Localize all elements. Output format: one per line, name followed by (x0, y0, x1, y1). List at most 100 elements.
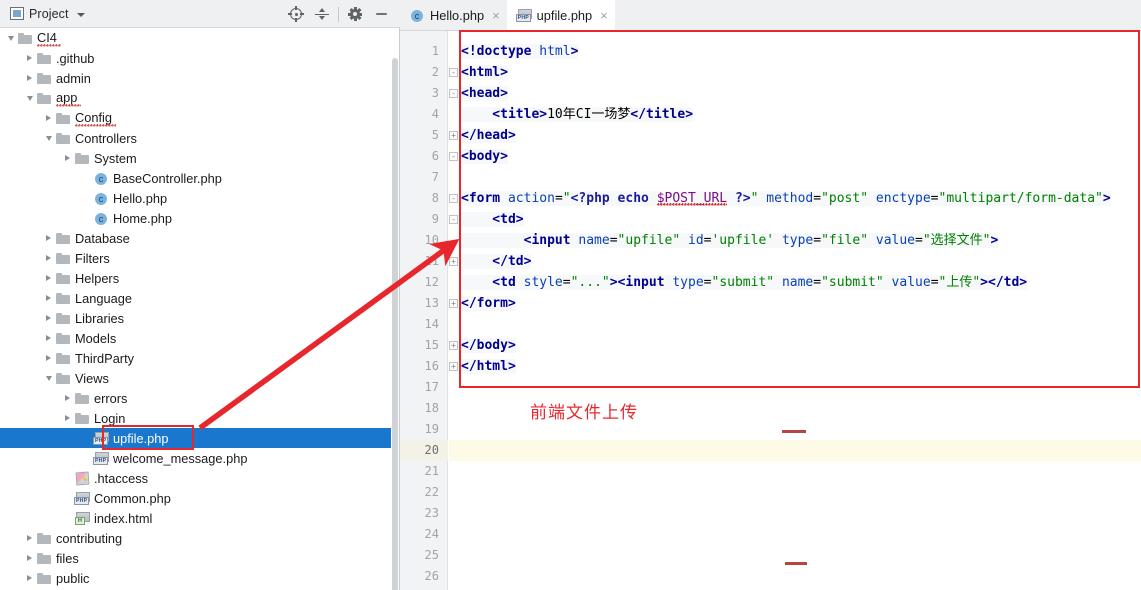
tree-item-config[interactable]: Config (0, 108, 392, 128)
chevron-down-icon[interactable] (23, 88, 36, 108)
code-fold-toggle-icon[interactable]: + (449, 341, 458, 350)
project-file-tree[interactable]: CI4 .github admin app Config Controllers Syste… (0, 28, 392, 590)
chevron-right-icon[interactable] (23, 548, 36, 568)
tree-item-controllers[interactable]: Controllers (0, 128, 392, 148)
chevron-right-icon[interactable] (61, 148, 74, 168)
tree-item-login[interactable]: Login (0, 408, 392, 428)
tree-item-hello-php[interactable]: Hello.php (0, 188, 392, 208)
chevron-right-icon[interactable] (42, 348, 55, 368)
tree-item-ci4[interactable]: CI4 (0, 28, 392, 48)
code-token: 10年CI一场梦 (547, 107, 631, 122)
tree-item-index-html[interactable]: index.html (0, 508, 392, 528)
tree-item-language[interactable]: Language (0, 288, 392, 308)
folder-icon (55, 310, 72, 326)
tree-item-label: Language (75, 290, 132, 306)
tree-item-github[interactable]: .github (0, 48, 392, 68)
close-icon[interactable]: × (600, 9, 608, 22)
tree-item-system[interactable]: System (0, 148, 392, 168)
code-fold-toggle-icon[interactable]: + (449, 362, 458, 371)
code-fold-toggle-icon[interactable]: - (449, 89, 458, 98)
code-line: + </form> (449, 293, 516, 314)
code-token: </head> (461, 128, 516, 143)
scrollbar-thumb[interactable] (392, 58, 398, 590)
code-fold-toggle-icon[interactable]: + (449, 257, 458, 266)
code-fold-toggle-icon[interactable]: - (449, 194, 458, 203)
code-token: <input (617, 275, 673, 290)
code-line: - <html> (449, 62, 508, 83)
tree-item-files[interactable]: files (0, 548, 392, 568)
chevron-right-icon[interactable] (23, 68, 36, 88)
code-fold-toggle-icon[interactable]: - (449, 215, 458, 224)
chevron-down-icon[interactable] (4, 28, 17, 48)
chevron-right-icon[interactable] (42, 328, 55, 348)
chevron-down-icon[interactable] (42, 368, 55, 388)
collapse-all-button[interactable] (309, 2, 335, 26)
tree-item-app[interactable]: app (0, 88, 392, 108)
locate-file-button[interactable] (283, 2, 309, 26)
code-token: enctype (875, 191, 931, 206)
code-text: </body> (461, 338, 516, 353)
code-text: <form action="<?php echo $POST_URL ?>" m… (461, 191, 1111, 206)
tree-item-libraries[interactable]: Libraries (0, 308, 392, 328)
tree-item-basecontroller-php[interactable]: BaseController.php (0, 168, 392, 188)
chevron-right-icon[interactable] (42, 228, 55, 248)
error-stripe-mark[interactable] (785, 562, 807, 565)
settings-button[interactable] (342, 2, 368, 26)
tree-item-home-php[interactable]: Home.php (0, 208, 392, 228)
chevron-right-icon[interactable] (42, 308, 55, 328)
chevron-right-icon[interactable] (61, 388, 74, 408)
tree-item-htaccess[interactable]: .htaccess (0, 468, 392, 488)
tree-item-admin[interactable]: admin (0, 68, 392, 88)
project-tree-scrollbar[interactable] (391, 28, 399, 590)
chevron-right-icon[interactable] (42, 108, 55, 128)
line-number: 19 (424, 422, 439, 436)
code-line: - <head> (449, 83, 508, 104)
chevron-right-icon[interactable] (61, 408, 74, 428)
code-fold-toggle-icon[interactable]: - (449, 152, 458, 161)
chevron-right-icon[interactable] (23, 528, 36, 548)
line-number: 25 (424, 548, 439, 562)
chevron-down-icon[interactable] (76, 12, 85, 17)
code-line: - <td> (449, 209, 524, 230)
tree-item-contributing[interactable]: contributing (0, 528, 392, 548)
editor-tab-hello-php[interactable]: Hello.php × (400, 0, 507, 30)
tree-item-thirdparty[interactable]: ThirdParty (0, 348, 392, 368)
chevron-right-icon[interactable] (42, 248, 55, 268)
project-tool-window-header[interactable]: Project (0, 7, 85, 21)
line-number: 18 (424, 401, 439, 415)
chevron-right-icon[interactable] (42, 288, 55, 308)
chevron-right-icon[interactable] (23, 48, 36, 68)
tree-item-models[interactable]: Models (0, 328, 392, 348)
code-line: + </head> (449, 125, 516, 146)
code-token: > (980, 275, 988, 290)
code-editor-content[interactable]: <!doctype html> - <html> - <head> <title>10年… (449, 31, 1141, 590)
code-fold-toggle-icon[interactable]: + (449, 299, 458, 308)
code-fold-toggle-icon[interactable]: + (449, 131, 458, 140)
editor-tab-upfile-php[interactable]: upfile.php × (506, 0, 615, 30)
line-number: 17 (424, 380, 439, 394)
code-token: </td> (461, 254, 532, 269)
tree-item-helpers[interactable]: Helpers (0, 268, 392, 288)
close-icon[interactable]: × (492, 9, 500, 22)
tree-item-filters[interactable]: Filters (0, 248, 392, 268)
tree-item-upfile-php[interactable]: upfile.php (0, 428, 392, 448)
error-stripe-mark[interactable] (782, 430, 806, 433)
tree-item-errors[interactable]: errors (0, 388, 392, 408)
line-number: 20 (424, 443, 439, 457)
line-number: 4 (431, 107, 439, 121)
code-token: type (781, 233, 814, 248)
tree-item-welcome-message-php[interactable]: welcome_message.php (0, 448, 392, 468)
tree-item-label: Libraries (75, 310, 125, 326)
hide-panel-button[interactable] (368, 2, 394, 26)
tree-item-label: Home.php (113, 210, 173, 226)
php-file-icon (93, 430, 110, 446)
tree-item-common-php[interactable]: Common.php (0, 488, 392, 508)
tree-item-database[interactable]: Database (0, 228, 392, 248)
tree-item-public[interactable]: public (0, 568, 392, 588)
tree-item-views[interactable]: Views (0, 368, 392, 388)
chevron-down-icon[interactable] (42, 128, 55, 148)
chevron-right-icon[interactable] (42, 268, 55, 288)
code-fold-toggle-icon[interactable]: - (449, 68, 458, 77)
chevron-right-icon[interactable] (23, 568, 36, 588)
